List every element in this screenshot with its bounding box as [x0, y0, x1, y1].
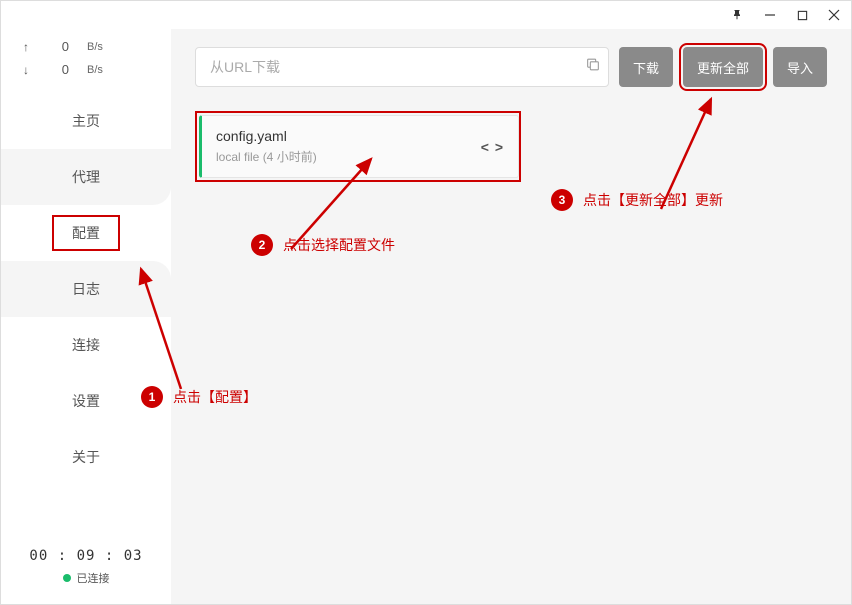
annotation-step-2: 2 点击选择配置文件 [251, 234, 395, 256]
annotation-badge: 3 [551, 189, 573, 211]
code-icon[interactable]: < > [481, 139, 504, 155]
annotation-badge: 2 [251, 234, 273, 256]
import-button[interactable]: 导入 [773, 47, 827, 87]
url-input[interactable] [195, 47, 609, 87]
nav-logs[interactable]: 日志 [1, 261, 171, 317]
status-panel: 00 : 09 : 03 已连接 [1, 536, 171, 604]
nav-label: 配置 [52, 215, 120, 251]
upload-arrow-icon: ↑ [21, 40, 31, 54]
nav-connections[interactable]: 连接 [1, 317, 171, 373]
nav-profiles[interactable]: 配置 [1, 205, 171, 261]
toolbar: 下载 更新全部 导入 [195, 47, 827, 87]
annotation-text: 点击选择配置文件 [283, 235, 395, 255]
status-dot-icon [63, 574, 71, 582]
connection-status: 已连接 [1, 570, 171, 586]
download-button[interactable]: 下载 [619, 47, 673, 87]
nav-home[interactable]: 主页 [1, 93, 171, 149]
nav-label: 日志 [54, 273, 118, 305]
sidebar: ↑ 0 B/s ↓ 0 B/s 主页 代理 配置 日志 连接 设置 关于 00 … [1, 29, 171, 604]
nav-proxy[interactable]: 代理 [1, 149, 171, 205]
nav-label: 代理 [54, 161, 118, 193]
nav-label: 关于 [54, 441, 118, 473]
annotation-text: 点击【更新全部】更新 [583, 190, 723, 210]
nav: 主页 代理 配置 日志 连接 设置 关于 [1, 93, 171, 536]
nav-label: 连接 [54, 329, 118, 361]
annotation-frame-2: config.yaml local file (4 小时前) < > [195, 111, 521, 182]
content: 下载 更新全部 导入 config.yaml local file (4 小时前… [171, 29, 851, 604]
upload-unit: B/s [87, 41, 103, 53]
annotation-step-3: 3 点击【更新全部】更新 [551, 189, 723, 211]
profile-subtitle: local file (4 小时前) [216, 148, 317, 165]
download-value: 0 [49, 62, 69, 77]
copy-icon[interactable] [585, 57, 601, 78]
uptime: 00 : 09 : 03 [1, 548, 171, 564]
close-icon[interactable] [825, 6, 843, 24]
update-all-button[interactable]: 更新全部 [683, 47, 763, 87]
pin-icon[interactable] [729, 6, 747, 24]
nav-label: 设置 [54, 385, 118, 417]
nav-about[interactable]: 关于 [1, 429, 171, 485]
speed-meter: ↑ 0 B/s ↓ 0 B/s [1, 29, 171, 93]
window-titlebar [1, 1, 851, 29]
download-unit: B/s [87, 64, 103, 76]
nav-settings[interactable]: 设置 [1, 373, 171, 429]
download-arrow-icon: ↓ [21, 63, 31, 77]
connection-label: 已连接 [77, 570, 110, 586]
profile-name: config.yaml [216, 128, 317, 144]
nav-label: 主页 [54, 105, 118, 137]
profile-card[interactable]: config.yaml local file (4 小时前) < > [199, 115, 519, 178]
upload-value: 0 [49, 39, 69, 54]
annotation-arrow-3 [651, 89, 731, 219]
maximize-icon[interactable] [793, 6, 811, 24]
minimize-icon[interactable] [761, 6, 779, 24]
